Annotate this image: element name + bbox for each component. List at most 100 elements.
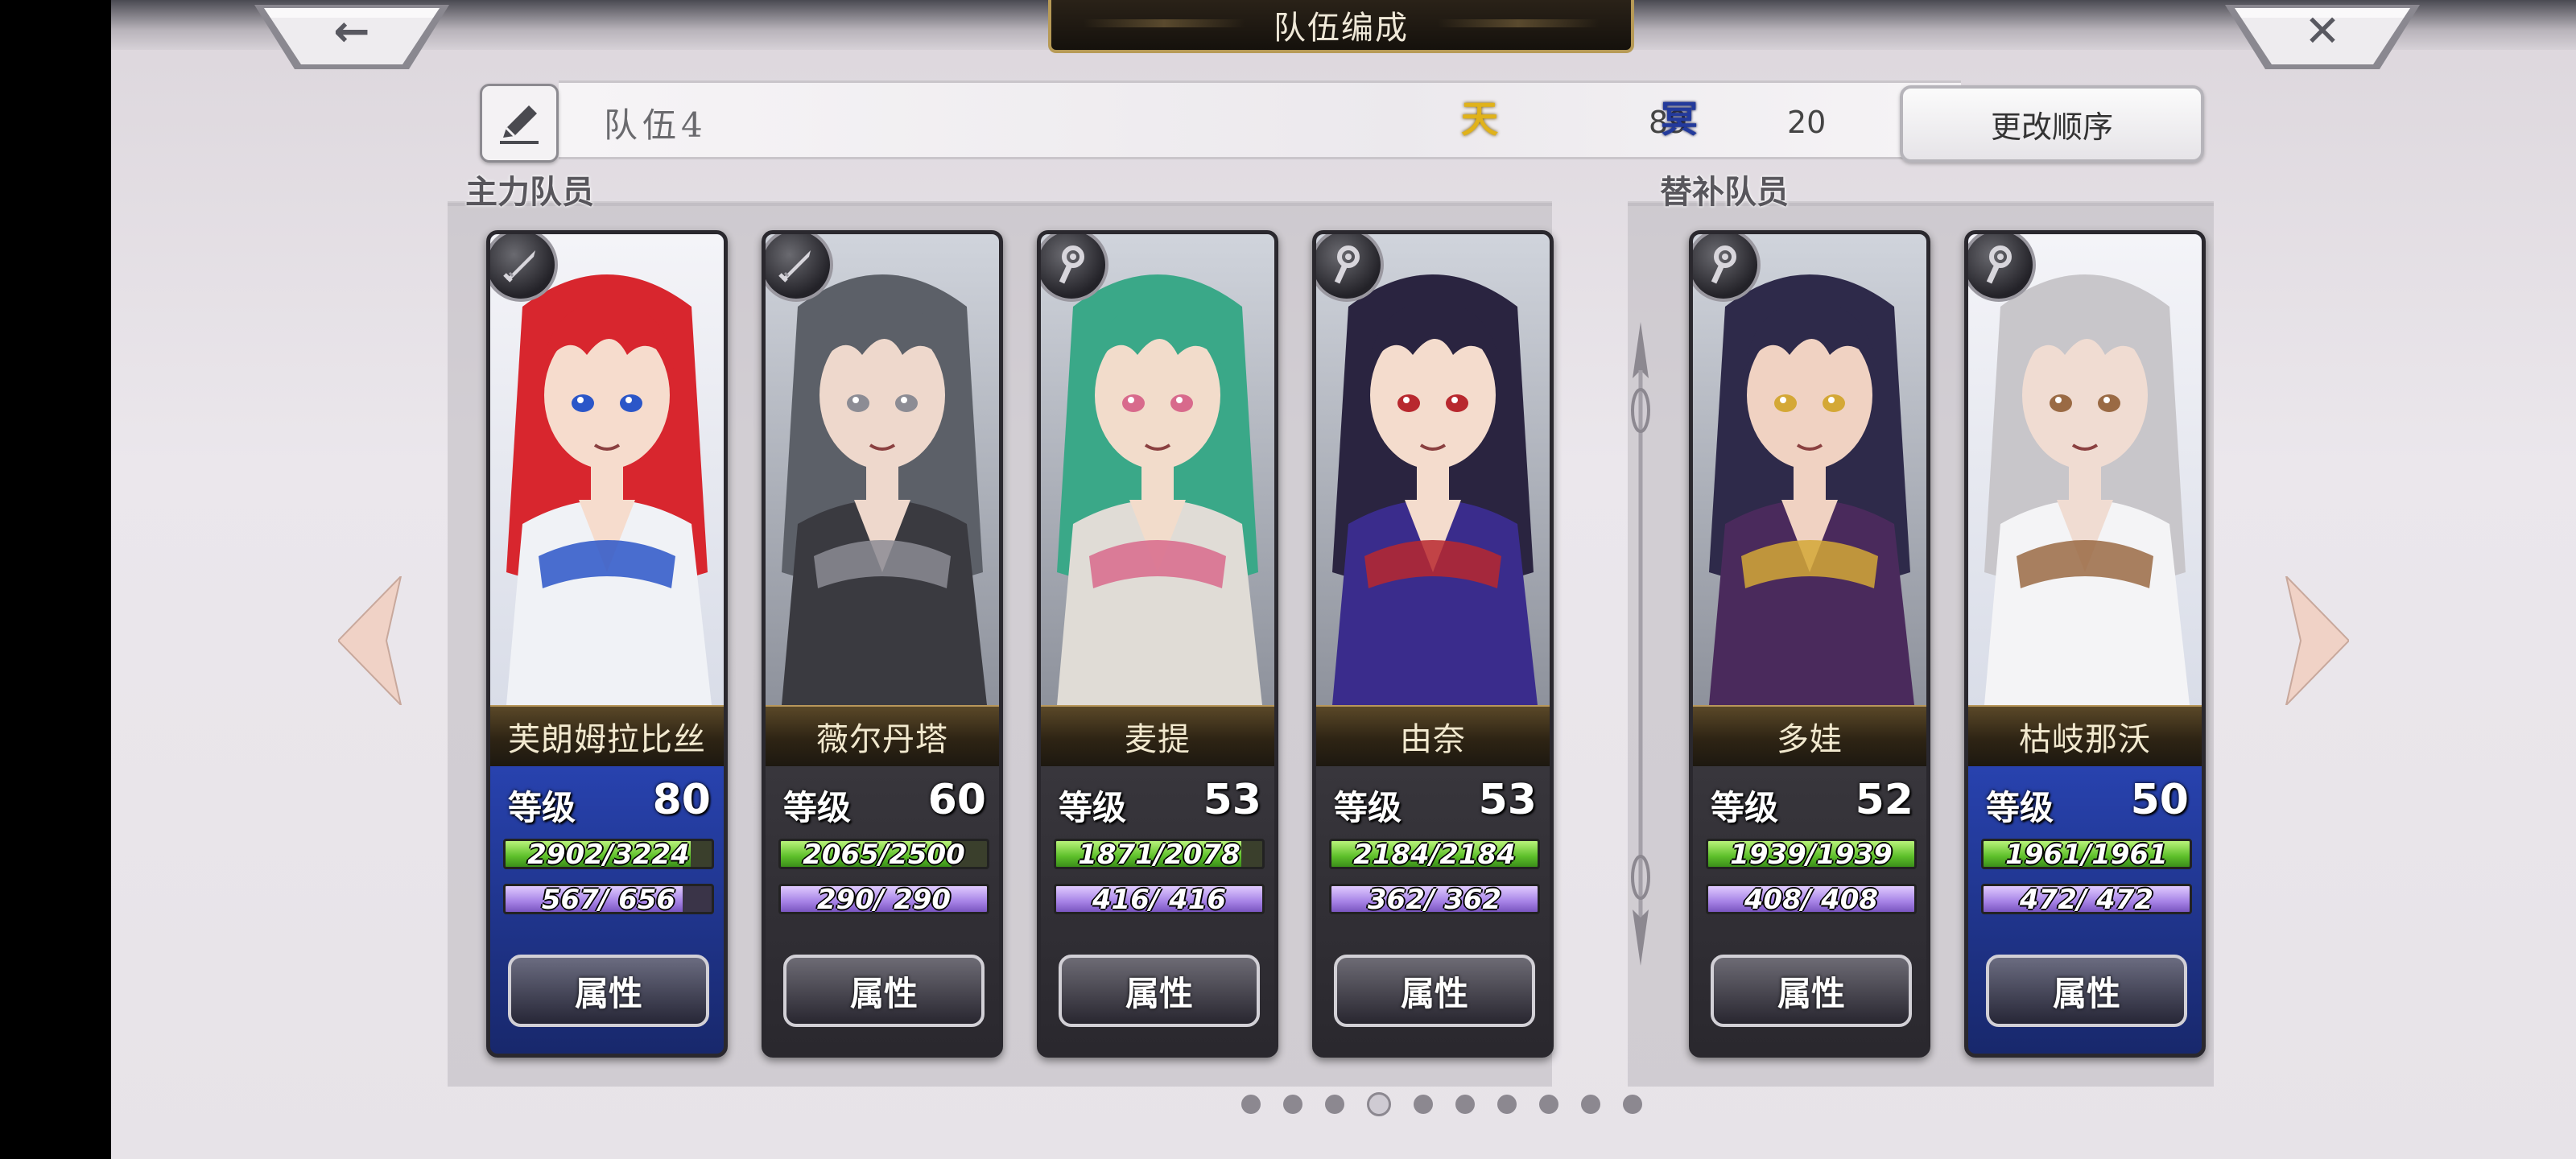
- level-value: 53: [1203, 776, 1261, 824]
- level-label: 等级: [1059, 788, 1127, 827]
- hp-value: 1871/2078: [1078, 839, 1241, 869]
- edit-team-name-button[interactable]: [480, 84, 559, 163]
- main-members-label: 主力队员: [465, 174, 594, 211]
- character-portrait: [1693, 234, 1926, 705]
- character-card[interactable]: 薇尔丹塔 等级 60 2065/2500 290/ 290 属性: [762, 230, 1003, 1058]
- prev-page-arrow[interactable]: [338, 576, 402, 705]
- character-card[interactable]: 芙朗姆拉比丝等级 80 2902/3224 567/ 656 属性: [486, 230, 728, 1058]
- character-name: 薇尔丹塔: [766, 705, 999, 766]
- page-dot[interactable]: [1241, 1095, 1261, 1114]
- page-dot[interactable]: [1497, 1095, 1517, 1114]
- level-row: 等级 52: [1706, 776, 1917, 827]
- page-dot[interactable]: [1325, 1095, 1344, 1114]
- character-card[interactable]: 由奈等级 53 2184/2184 362/ 362 属性: [1312, 230, 1554, 1058]
- section-divider: [1631, 322, 1650, 966]
- page-dot[interactable]: [1539, 1095, 1558, 1114]
- attributes-button[interactable]: 属性: [1059, 955, 1260, 1027]
- close-button[interactable]: ✕: [2222, 0, 2423, 71]
- mp-bar: 362/ 362: [1329, 884, 1540, 914]
- character-stats: 等级 52 1939/1939 408/ 408 属性: [1693, 765, 1926, 1054]
- back-button[interactable]: ←: [251, 0, 452, 71]
- level-label: 等级: [1334, 788, 1402, 827]
- character-portrait: [1316, 234, 1550, 705]
- hp-bar: 1961/1961: [1981, 839, 2192, 869]
- character-portrait: [766, 234, 999, 705]
- level-row: 等级 50: [1981, 776, 2192, 827]
- page-indicator: [1241, 1092, 1642, 1117]
- hp-bar: 1939/1939: [1706, 839, 1917, 869]
- page-dot[interactable]: [1623, 1095, 1642, 1114]
- character-card[interactable]: 多娃等级 52 1939/1939 408/ 408 属性: [1689, 230, 1930, 1058]
- level-label: 等级: [783, 788, 852, 827]
- page-dot[interactable]: [1414, 1095, 1433, 1114]
- hp-value: 1961/1961: [2005, 839, 2168, 869]
- page-dot[interactable]: [1283, 1095, 1302, 1114]
- pen-icon: [500, 105, 539, 144]
- level-row: 等级 53: [1054, 776, 1265, 827]
- sun-attribute-icon: 天: [1461, 97, 1498, 141]
- mp-bar: 290/ 290: [778, 884, 989, 914]
- character-name: 多娃: [1693, 705, 1926, 766]
- mp-bar: 416/ 416: [1054, 884, 1265, 914]
- moon-value: 20: [1787, 105, 1827, 140]
- character-name: 芙朗姆拉比丝: [490, 705, 724, 766]
- mp-bar: 472/ 472: [1981, 884, 2192, 914]
- hp-value: 2065/2500: [803, 839, 965, 869]
- title-plate: 队伍编成: [1048, 0, 1634, 53]
- character-portrait: [1968, 234, 2202, 705]
- team-info-bar: [559, 80, 1961, 159]
- mp-bar: 567/ 656: [503, 884, 714, 914]
- mp-value: 472/ 472: [2019, 884, 2154, 914]
- character-stats: 等级 50 1961/1961 472/ 472 属性: [1968, 765, 2202, 1054]
- level-label: 等级: [1711, 788, 1779, 827]
- page-dot[interactable]: [1455, 1095, 1475, 1114]
- moon-attribute-icon: 冥: [1661, 97, 1698, 141]
- character-card[interactable]: 麦提等级 53 1871/2078 416/ 416 属性: [1037, 230, 1278, 1058]
- level-value: 80: [652, 776, 711, 824]
- mp-value: 567/ 656: [541, 884, 676, 914]
- mp-bar: 408/ 408: [1706, 884, 1917, 914]
- level-value: 50: [2130, 776, 2189, 824]
- character-name: 由奈: [1316, 705, 1550, 766]
- close-icon: ✕: [2304, 5, 2341, 56]
- character-name: 麦提: [1041, 705, 1274, 766]
- page-dot[interactable]: [1367, 1092, 1391, 1116]
- hp-bar: 2902/3224: [503, 839, 714, 869]
- level-label: 等级: [508, 788, 576, 827]
- back-arrow-icon: ←: [333, 5, 370, 56]
- mp-value: 362/ 362: [1367, 884, 1502, 914]
- next-page-arrow[interactable]: [2285, 576, 2349, 705]
- team-name: 队伍4: [604, 105, 708, 145]
- character-stats: 等级 80 2902/3224 567/ 656 属性: [490, 765, 724, 1054]
- mp-value: 408/ 408: [1744, 884, 1879, 914]
- sub-members-label: 替补队员: [1660, 174, 1789, 211]
- hp-bar: 2184/2184: [1329, 839, 1540, 869]
- attributes-button[interactable]: 属性: [783, 955, 985, 1027]
- character-portrait: [490, 234, 724, 705]
- character-name: 枯岐那沃: [1968, 705, 2202, 766]
- attributes-button[interactable]: 属性: [1334, 955, 1535, 1027]
- level-row: 等级 53: [1329, 776, 1540, 827]
- hp-bar: 2065/2500: [778, 839, 989, 869]
- hp-value: 1939/1939: [1730, 839, 1893, 869]
- hp-value: 2184/2184: [1353, 839, 1516, 869]
- level-value: 53: [1478, 776, 1537, 824]
- character-card[interactable]: 枯岐那沃等级 50 1961/1961 472/ 472 属性: [1964, 230, 2206, 1058]
- attributes-button[interactable]: 属性: [508, 955, 709, 1027]
- attributes-button[interactable]: 属性: [1711, 955, 1912, 1027]
- page-title: 队伍编成: [1274, 10, 1409, 47]
- level-row: 等级 80: [503, 776, 714, 827]
- level-label: 等级: [1986, 788, 2054, 827]
- character-stats: 等级 53 1871/2078 416/ 416 属性: [1041, 765, 1274, 1054]
- hp-value: 2902/3224: [527, 839, 690, 869]
- character-stats: 等级 60 2065/2500 290/ 290 属性: [766, 765, 999, 1054]
- character-portrait: [1041, 234, 1274, 705]
- mp-value: 290/ 290: [816, 884, 952, 914]
- mp-value: 416/ 416: [1092, 884, 1227, 914]
- team-formation-screen: ← 队伍编成 ✕ 队伍4 天 89 冥 20 更改顺序 主力队员 替补队员: [111, 0, 2576, 1159]
- level-value: 52: [1855, 776, 1913, 824]
- page-dot[interactable]: [1581, 1095, 1600, 1114]
- change-order-button[interactable]: 更改顺序: [1900, 85, 2204, 163]
- hp-bar: 1871/2078: [1054, 839, 1265, 869]
- attributes-button[interactable]: 属性: [1986, 955, 2187, 1027]
